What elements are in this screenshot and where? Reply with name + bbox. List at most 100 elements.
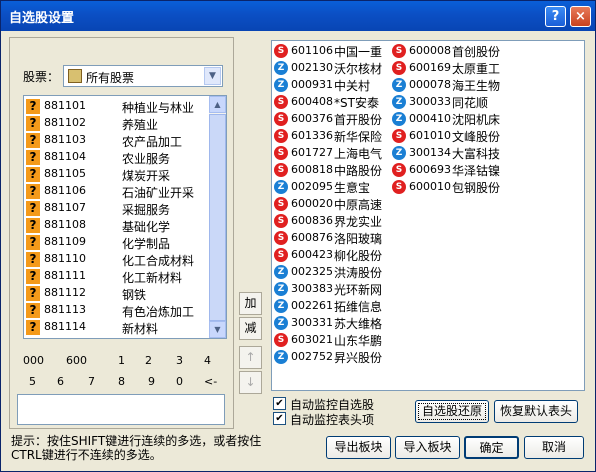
keypad-key[interactable]: 8	[118, 375, 125, 388]
watchlist-item[interactable]: Z 000078 海王生物	[390, 77, 510, 94]
watchlist[interactable]: S 601106 中国一重 Z 002130 沃尔核材 Z 000931 中关村 S 600408 *…	[271, 40, 585, 391]
sector-list-item[interactable]: ? 881111 化工新材料	[24, 268, 210, 285]
watchlist-item[interactable]: Z 000931 中关村	[272, 77, 392, 94]
shenzhen-market-icon: Z	[392, 95, 406, 109]
watchlist-item[interactable]: Z 000410 沈阳机床	[390, 111, 510, 128]
watchlist-item[interactable]: S 603021 山东华鹏	[272, 332, 392, 349]
watchlist-item[interactable]: S 600408 *ST安泰	[272, 94, 392, 111]
question-icon: ?	[26, 184, 40, 199]
title-bar[interactable]: 自选股设置 ? ×	[1, 1, 595, 31]
keypad-key[interactable]: 0	[176, 375, 183, 388]
sector-list-item[interactable]: ? 881109 化学制品	[24, 234, 210, 251]
sector-list-item[interactable]: ? 881113 有色冶炼加工	[24, 302, 210, 319]
sector-list-item[interactable]: ? 881112 钢铁	[24, 285, 210, 302]
keypad-key[interactable]: 9	[148, 375, 155, 388]
watchlist-item[interactable]: Z 002130 沃尔核材	[272, 60, 392, 77]
keypad-key[interactable]: 7	[88, 375, 95, 388]
keypad-key[interactable]: 600	[66, 354, 87, 367]
sector-list-scrollbar[interactable]: ▲ ▼	[209, 96, 226, 338]
watchlist-item[interactable]: S 600818 中路股份	[272, 162, 392, 179]
watchlist-item[interactable]: Z 300331 苏大维格	[272, 315, 392, 332]
watchlist-item[interactable]: S 601106 中国一重	[272, 43, 392, 60]
watchlist-item[interactable]: S 600693 华泽钴镍	[390, 162, 510, 179]
stock-name: 华泽钴镍	[452, 164, 501, 178]
sector-list[interactable]: ? 881101 种植业与林业? 881102 养殖业? 881103 农产品加工? 8811…	[23, 95, 227, 339]
chevron-down-icon[interactable]: ▼	[204, 67, 221, 85]
shenzhen-market-icon: Z	[392, 78, 406, 92]
keypad-key[interactable]: 1	[118, 354, 125, 367]
watchlist-item[interactable]: S 601010 文峰股份	[390, 128, 510, 145]
shenzhen-market-icon: Z	[392, 112, 406, 126]
watchlist-item[interactable]: S 600020 中原高速	[272, 196, 392, 213]
ok-button[interactable]: 确定	[464, 436, 519, 459]
help-button[interactable]: ?	[545, 6, 566, 27]
keypad-key[interactable]: <-	[204, 375, 217, 388]
auto-monitor-header-checkbox[interactable]: ✔	[273, 412, 286, 425]
watchlist-item[interactable]: Z 300033 同花顺	[390, 94, 510, 111]
watchlist-item[interactable]: Z 300134 大富科技	[390, 145, 510, 162]
stock-code: 002095	[291, 180, 333, 193]
watchlist-item[interactable]: S 600010 包钢股份	[390, 179, 510, 196]
remove-button[interactable]: 减	[239, 317, 262, 340]
watchlist-item[interactable]: Z 002325 洪涛股份	[272, 264, 392, 281]
import-sector-button[interactable]: 导入板块	[395, 436, 460, 459]
watchlist-item[interactable]: Z 002261 拓维信息	[272, 298, 392, 315]
sector-list-item[interactable]: ? 881104 农业服务	[24, 149, 210, 166]
watchlist-item[interactable]: S 600376 首开股份	[272, 111, 392, 128]
shanghai-market-icon: S	[392, 163, 406, 177]
sector-code: 881101	[44, 99, 86, 112]
scroll-up-arrow[interactable]: ▲	[209, 96, 226, 113]
question-icon: ?	[26, 269, 40, 284]
keypad-key[interactable]: 4	[204, 354, 211, 367]
move-up-button[interactable]: ↑	[239, 346, 262, 369]
scroll-thumb[interactable]	[209, 114, 226, 321]
watchlist-item[interactable]: S 601336 新华保险	[272, 128, 392, 145]
reset-header-button[interactable]: 恢复默认表头	[494, 400, 578, 423]
watchlist-item[interactable]: Z 300383 光环新网	[272, 281, 392, 298]
stock-code: 600020	[291, 197, 333, 210]
watchlist-item[interactable]: S 600008 首创股份	[390, 43, 510, 60]
keypad-key[interactable]: 6	[57, 375, 64, 388]
auto-monitor-watchlist-checkbox[interactable]: ✔	[273, 397, 286, 410]
stock-code: 603021	[291, 333, 333, 346]
sector-name: 农业服务	[122, 152, 171, 166]
sector-list-item[interactable]: ? 881107 采掘服务	[24, 200, 210, 217]
sector-code: 881114	[44, 320, 86, 333]
sector-list-item[interactable]: ? 881105 煤炭开采	[24, 166, 210, 183]
watchlist-item[interactable]: Z 002095 生意宝	[272, 179, 392, 196]
sector-list-item[interactable]: ? 881106 石油矿业开采	[24, 183, 210, 200]
keypad-key[interactable]: 000	[23, 354, 44, 367]
stock-category-select[interactable]: 所有股票 ▼	[63, 65, 223, 87]
question-icon: ?	[26, 167, 40, 182]
keypad-key[interactable]: 2	[145, 354, 152, 367]
stock-name: 首创股份	[452, 45, 501, 59]
code-input[interactable]	[17, 394, 225, 425]
keypad-key[interactable]: 3	[176, 354, 183, 367]
watchlist-item[interactable]: S 600423 柳化股份	[272, 247, 392, 264]
shanghai-market-icon: S	[392, 44, 406, 58]
stock-name: 中关村	[334, 79, 371, 93]
close-button[interactable]: ×	[570, 6, 591, 27]
watchlist-item[interactable]: S 601727 上海电气	[272, 145, 392, 162]
watchlist-item[interactable]: S 600169 太原重工	[390, 60, 510, 77]
export-sector-button[interactable]: 导出板块	[326, 436, 391, 459]
watchlist-item[interactable]: S 600876 洛阳玻璃	[272, 230, 392, 247]
sector-list-item[interactable]: ? 881110 化工合成材料	[24, 251, 210, 268]
stock-code: 600376	[291, 112, 333, 125]
keypad-key[interactable]: 5	[29, 375, 36, 388]
watchlist-item[interactable]: Z 002752 昇兴股份	[272, 349, 392, 366]
shenzhen-market-icon: Z	[274, 180, 288, 194]
shanghai-market-icon: S	[392, 61, 406, 75]
watchlist-item[interactable]: S 600836 界龙实业	[272, 213, 392, 230]
add-button[interactable]: 加	[239, 292, 262, 315]
restore-watchlist-button[interactable]: 自选股还原	[415, 400, 489, 423]
move-down-button[interactable]: ↓	[239, 371, 262, 394]
sector-list-item[interactable]: ? 881101 种植业与林业	[24, 98, 210, 115]
sector-list-item[interactable]: ? 881103 农产品加工	[24, 132, 210, 149]
cancel-button[interactable]: 取消	[524, 436, 584, 459]
sector-list-item[interactable]: ? 881102 养殖业	[24, 115, 210, 132]
scroll-down-arrow[interactable]: ▼	[209, 321, 226, 338]
stock-name: 洛阳玻璃	[334, 232, 383, 246]
sector-list-item[interactable]: ? 881114 新材料	[24, 319, 210, 336]
sector-list-item[interactable]: ? 881108 基础化学	[24, 217, 210, 234]
